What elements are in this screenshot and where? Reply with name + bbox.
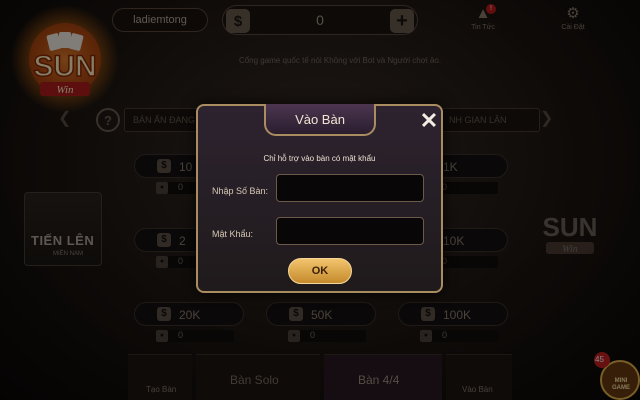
dialog-notice: Chỉ hỗ trợ vào bàn có mật khẩu [263,154,376,163]
ok-button[interactable]: OK [288,258,352,284]
close-icon: ✕ [419,108,439,133]
close-button[interactable]: ✕ [416,108,442,134]
ok-label: OK [311,265,329,277]
join-table-dialog: Vào Bàn ✕ Chỉ hỗ trợ vào bàn có mật khẩu… [196,104,443,293]
password-input[interactable] [276,217,424,245]
dialog-header: Vào Bàn [264,104,376,136]
table-number-label: Nhập Số Bàn: [212,186,269,196]
table-number-input[interactable] [276,174,424,202]
password-label: Mật Khẩu: [212,229,254,239]
dialog-title: Vào Bàn [295,111,345,127]
